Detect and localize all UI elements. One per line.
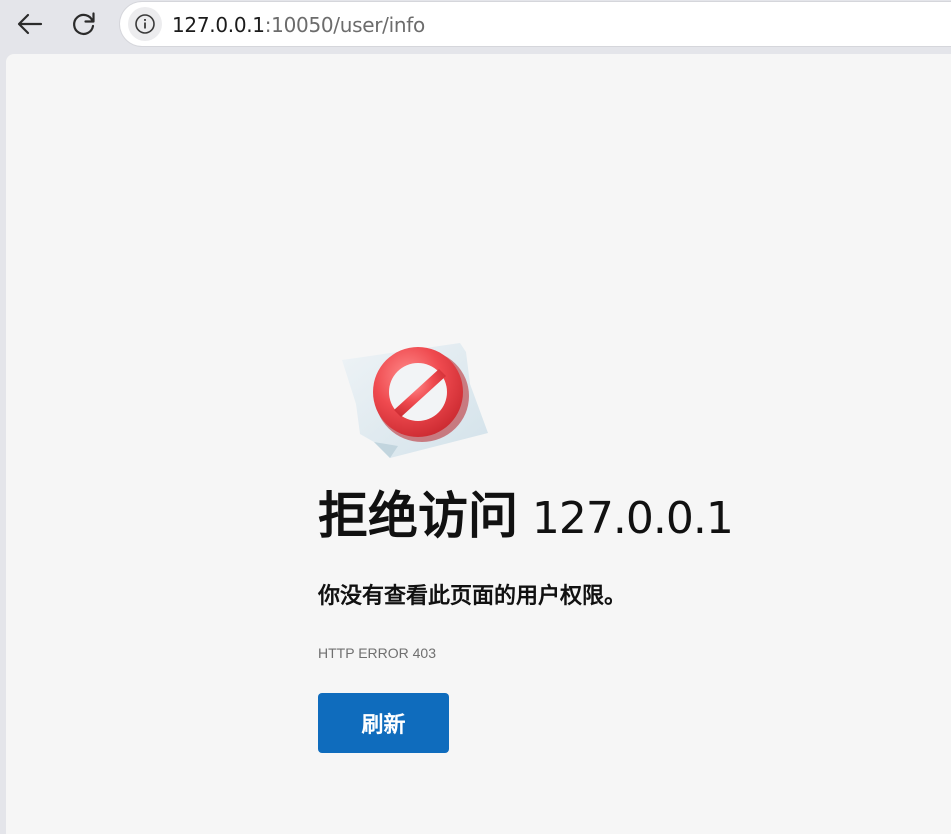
site-info-button[interactable] <box>128 7 162 41</box>
url-host: 127.0.0.1 <box>172 13 265 37</box>
error-message: 你没有查看此页面的用户权限。 <box>318 583 627 608</box>
back-arrow-icon <box>17 13 43 35</box>
browser-toolbar: 127.0.0.1:10050/user/info <box>0 0 951 50</box>
error-page: 拒绝访问 127.0.0.1 你没有查看此页面的用户权限。 HTTP ERROR… <box>6 54 951 834</box>
title-host: 127.0.0.1 <box>531 493 734 544</box>
address-bar[interactable]: 127.0.0.1:10050/user/info <box>120 2 951 46</box>
blocked-sign-icon <box>342 343 488 458</box>
error-code: HTTP ERROR 403 <box>318 645 436 661</box>
url-path: :10050/user/info <box>264 13 425 37</box>
info-icon <box>135 14 155 34</box>
title-text: 拒绝访问 <box>318 488 518 544</box>
reload-button[interactable] <box>66 6 102 42</box>
reload-icon <box>73 12 95 35</box>
refresh-button[interactable]: 刷新 <box>318 693 449 753</box>
page-title: 拒绝访问 127.0.0.1 <box>318 486 734 549</box>
url-text[interactable]: 127.0.0.1:10050/user/info <box>172 14 425 36</box>
back-button[interactable] <box>12 6 48 42</box>
